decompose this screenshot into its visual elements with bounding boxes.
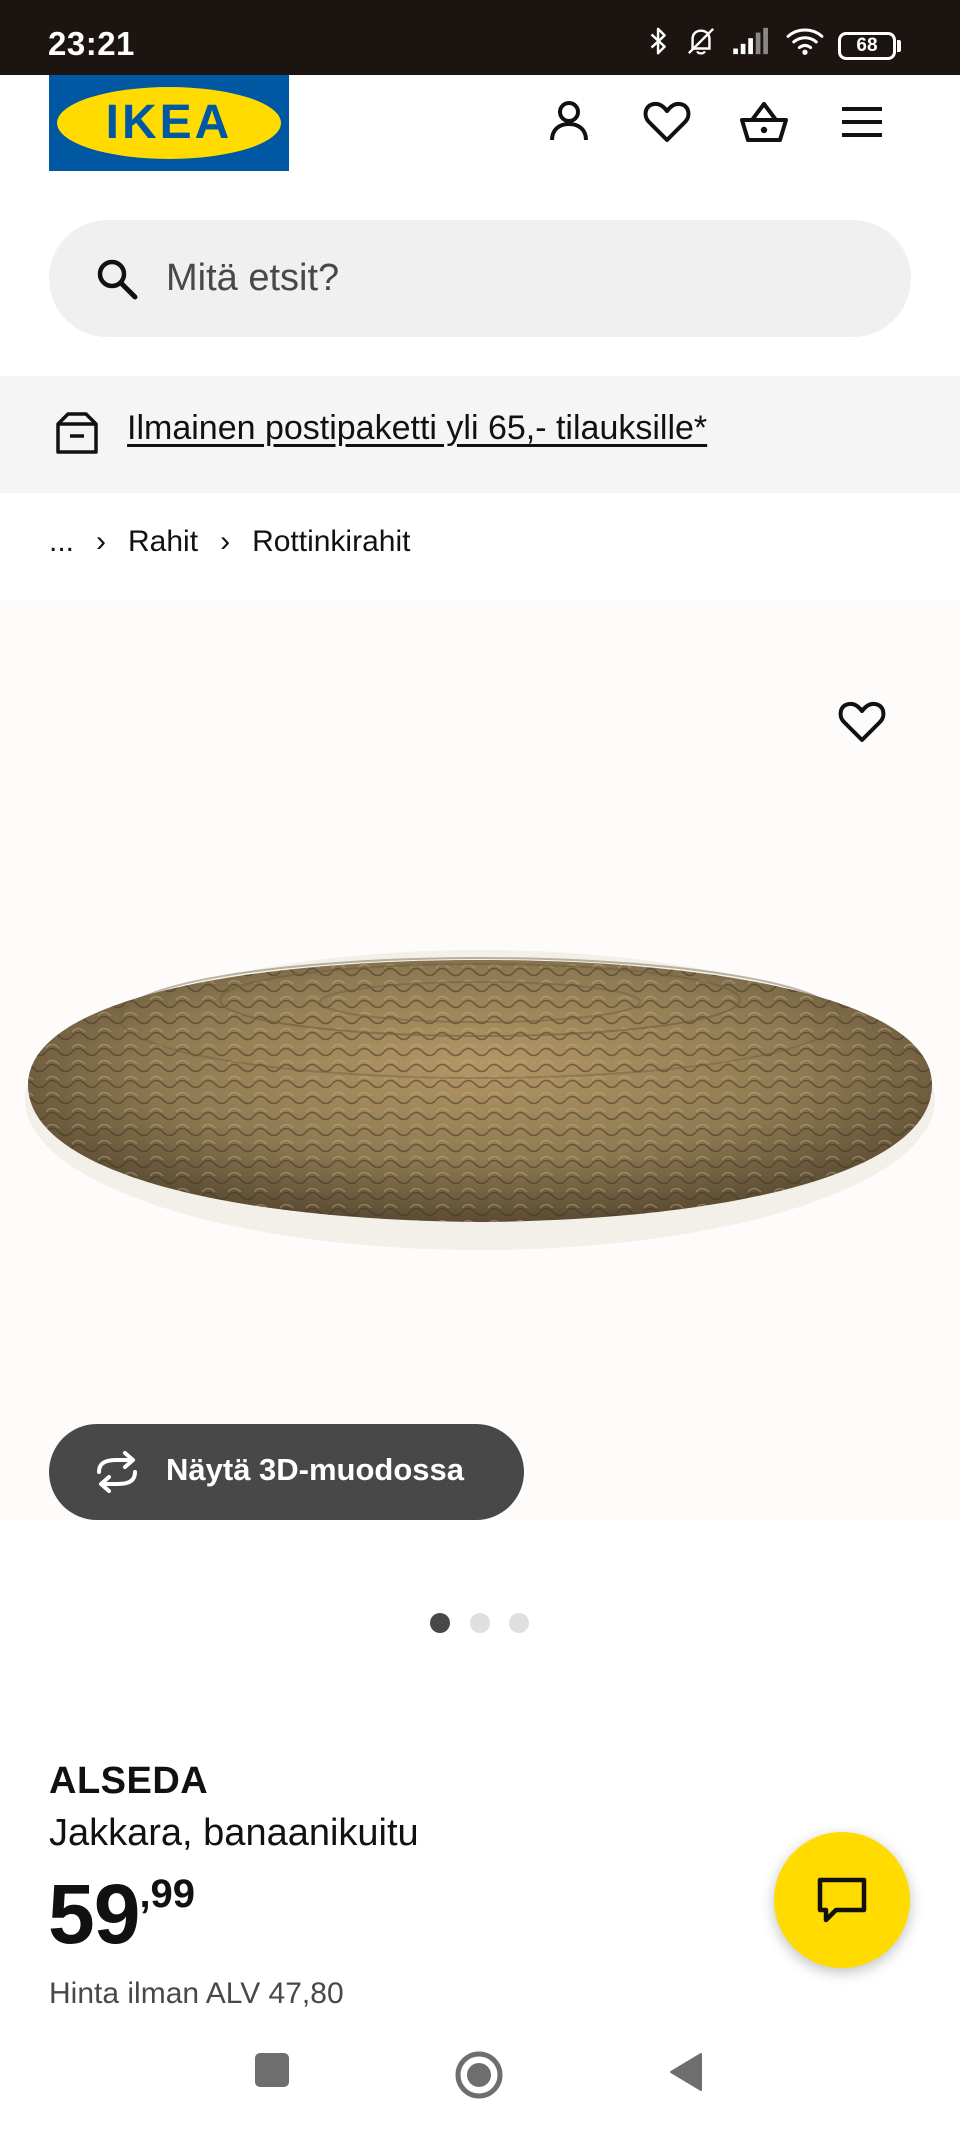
breadcrumb-item-rahit[interactable]: Rahit xyxy=(128,525,198,559)
carousel-dot-1[interactable] xyxy=(430,1613,450,1633)
menu-icon[interactable] xyxy=(836,96,888,148)
view-3d-label: Näytä 3D-muodossa xyxy=(166,1452,465,1487)
carousel-dot-3[interactable] xyxy=(509,1613,529,1633)
shopping-basket-icon[interactable] xyxy=(738,96,790,148)
search-input[interactable]: Mitä etsit? xyxy=(49,220,911,337)
status-time: 23:21 xyxy=(48,25,135,62)
carousel-dot-2[interactable] xyxy=(470,1613,490,1633)
breadcrumb-item-rottinkirahit[interactable]: Rottinkirahit xyxy=(252,525,410,559)
breadcrumb-item-more[interactable]: ... xyxy=(49,525,74,559)
chevron-right-icon: › xyxy=(96,525,107,558)
battery-tip xyxy=(897,40,901,52)
breadcrumb: ... › Rahit › Rottinkirahit xyxy=(49,525,410,559)
rotate-3d-icon xyxy=(97,1451,137,1493)
free-shipping-link[interactable]: Ilmainen postipaketti yli 65,- tilauksil… xyxy=(127,409,707,448)
back-icon[interactable] xyxy=(668,2052,704,2092)
price-integer: 59 xyxy=(48,1867,140,1961)
logo-text: IKEA xyxy=(105,96,233,149)
recent-apps-icon[interactable] xyxy=(254,2052,290,2088)
battery-icon: 68 xyxy=(838,32,896,60)
bluetooth-icon xyxy=(650,27,666,55)
status-bar: 23:21 68 xyxy=(0,0,960,75)
account-icon[interactable] xyxy=(543,96,595,148)
product-image[interactable] xyxy=(0,600,960,1520)
search-placeholder: Mitä etsit? xyxy=(166,257,340,299)
chat-bubble-icon xyxy=(817,1877,867,1923)
home-icon[interactable] xyxy=(454,2050,504,2100)
add-to-wishlist-heart-icon[interactable] xyxy=(836,696,888,748)
package-icon xyxy=(56,412,98,454)
bell-muted-icon xyxy=(687,27,715,55)
search-icon xyxy=(97,259,138,300)
ottoman-image xyxy=(25,950,935,1250)
wifi-icon xyxy=(786,28,824,55)
price-ex-vat: Hinta ilman ALV 47,80 xyxy=(49,1977,344,2010)
chevron-right-icon: › xyxy=(220,525,231,558)
price-decimal: ,99 xyxy=(139,1872,196,1916)
wishlist-heart-icon[interactable] xyxy=(641,96,693,148)
product-price: 59,99 xyxy=(48,1866,195,1963)
view-3d-button[interactable]: Näytä 3D-muodossa xyxy=(49,1424,524,1520)
product-description: Jakkara, banaanikuitu xyxy=(49,1812,419,1854)
ikea-logo[interactable]: IKEA xyxy=(49,75,289,171)
signal-icon xyxy=(733,27,768,55)
chat-button[interactable] xyxy=(774,1832,910,1968)
product-name: ALSEDA xyxy=(49,1760,209,1802)
free-shipping-banner[interactable]: Ilmainen postipaketti yli 65,- tilauksil… xyxy=(0,376,960,493)
